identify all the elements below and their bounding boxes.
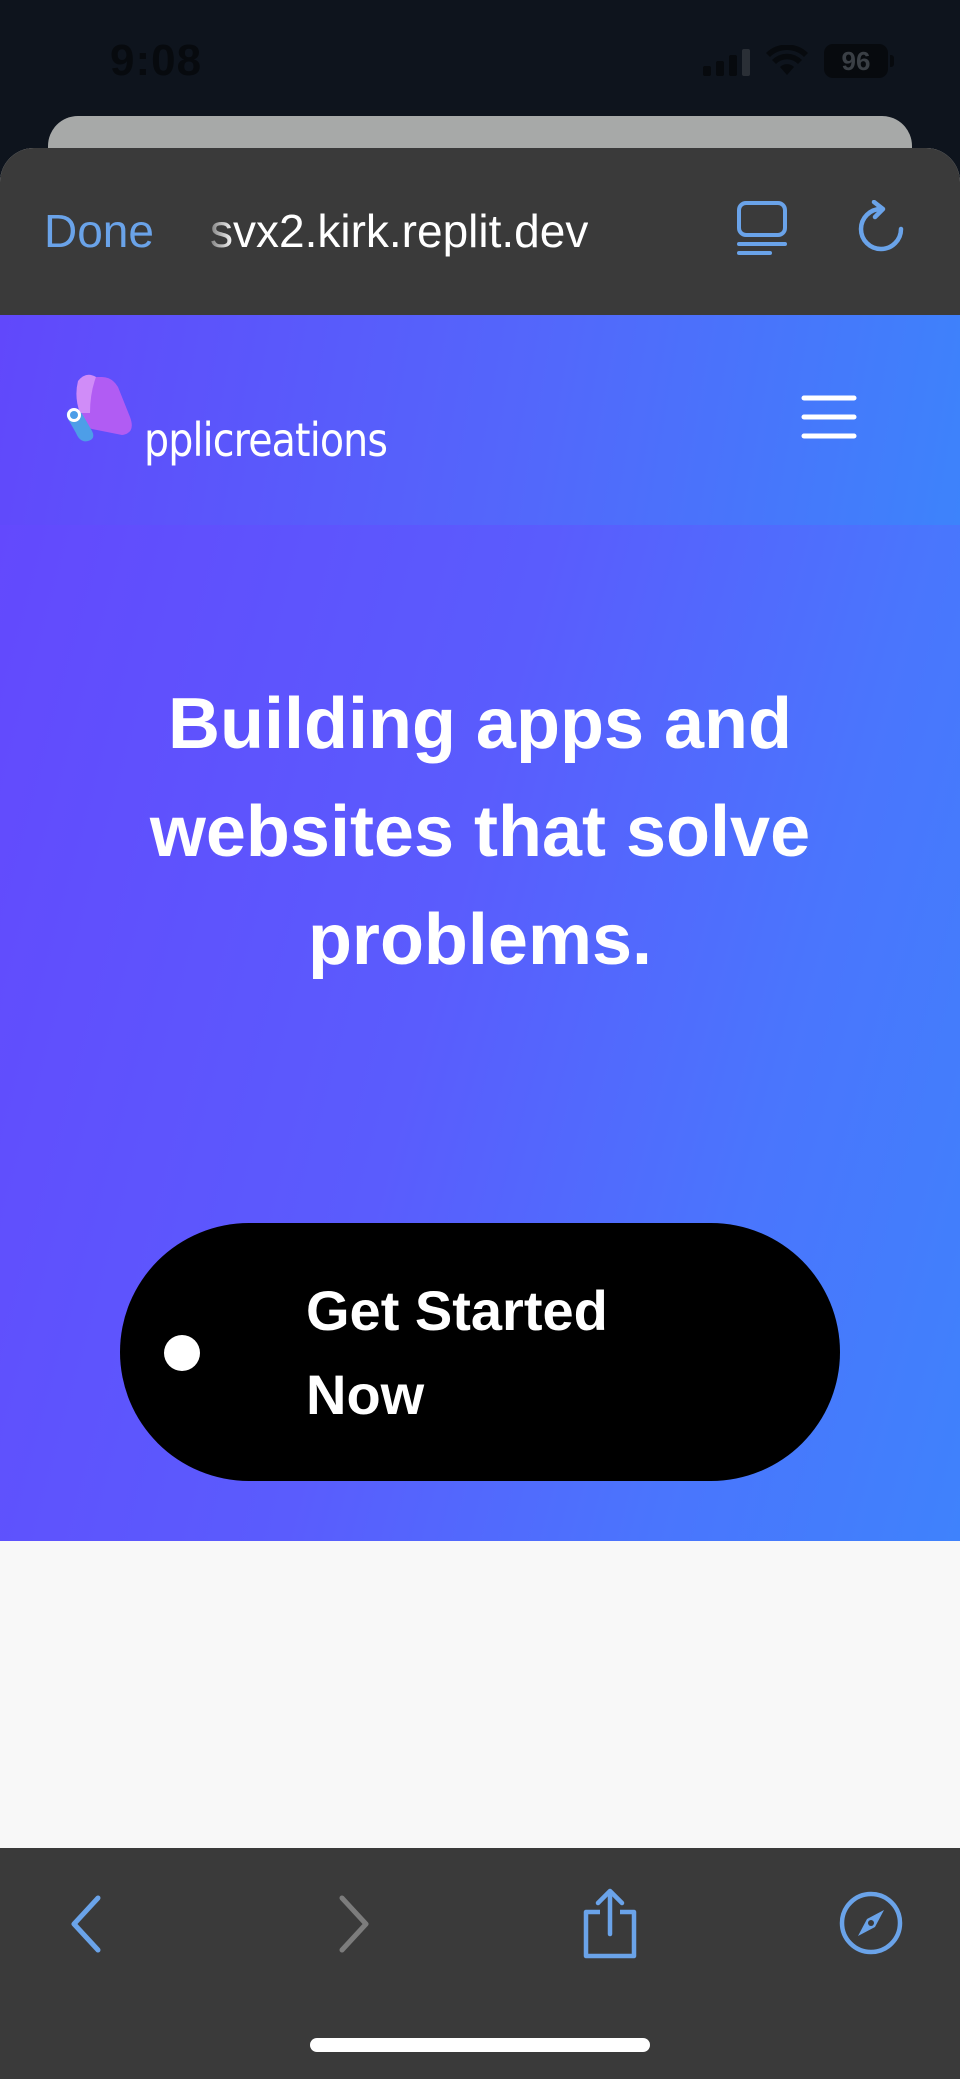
share-icon[interactable] [580,1888,640,1960]
battery-level: 96 [841,45,871,76]
status-bar: 9:08 96 [0,0,960,118]
browser-top-bar: Done svx2.kirk.replit.dev [0,148,960,315]
get-started-button[interactable]: Get Started Now [120,1223,840,1481]
status-time: 9:08 [110,36,203,85]
cellular-signal-icon [703,46,750,76]
logo-text: pplicreations [144,413,388,467]
url-field[interactable]: svx2.kirk.replit.dev [210,204,588,258]
forward-icon[interactable] [334,1894,374,1954]
back-icon[interactable] [66,1894,106,1954]
get-started-label: Get Started Now [306,1279,608,1426]
status-icons: 96 [703,44,894,78]
reload-icon[interactable] [852,200,910,258]
wifi-icon [766,45,808,75]
screen: 9:08 96 Done svx2.kirk.replit.dev pplicr… [0,0,960,2079]
browser-sheet: Done svx2.kirk.replit.dev pplicreations … [0,148,960,2079]
cta-dot-icon [164,1335,200,1371]
logo-mark-icon [66,374,132,442]
hamburger-menu-icon[interactable] [800,392,858,442]
done-button[interactable]: Done [44,204,154,258]
reader-icon[interactable] [736,200,788,256]
compass-icon[interactable] [838,1890,904,1956]
home-indicator[interactable] [310,2038,650,2052]
web-content: pplicreations Building apps and websites… [0,315,960,1848]
hero-section: Building apps and websites that solve pr… [0,525,960,1541]
site-logo[interactable]: pplicreations [62,373,402,483]
hero-title: Building apps and websites that solve pr… [149,684,811,980]
battery-icon: 96 [824,44,894,78]
